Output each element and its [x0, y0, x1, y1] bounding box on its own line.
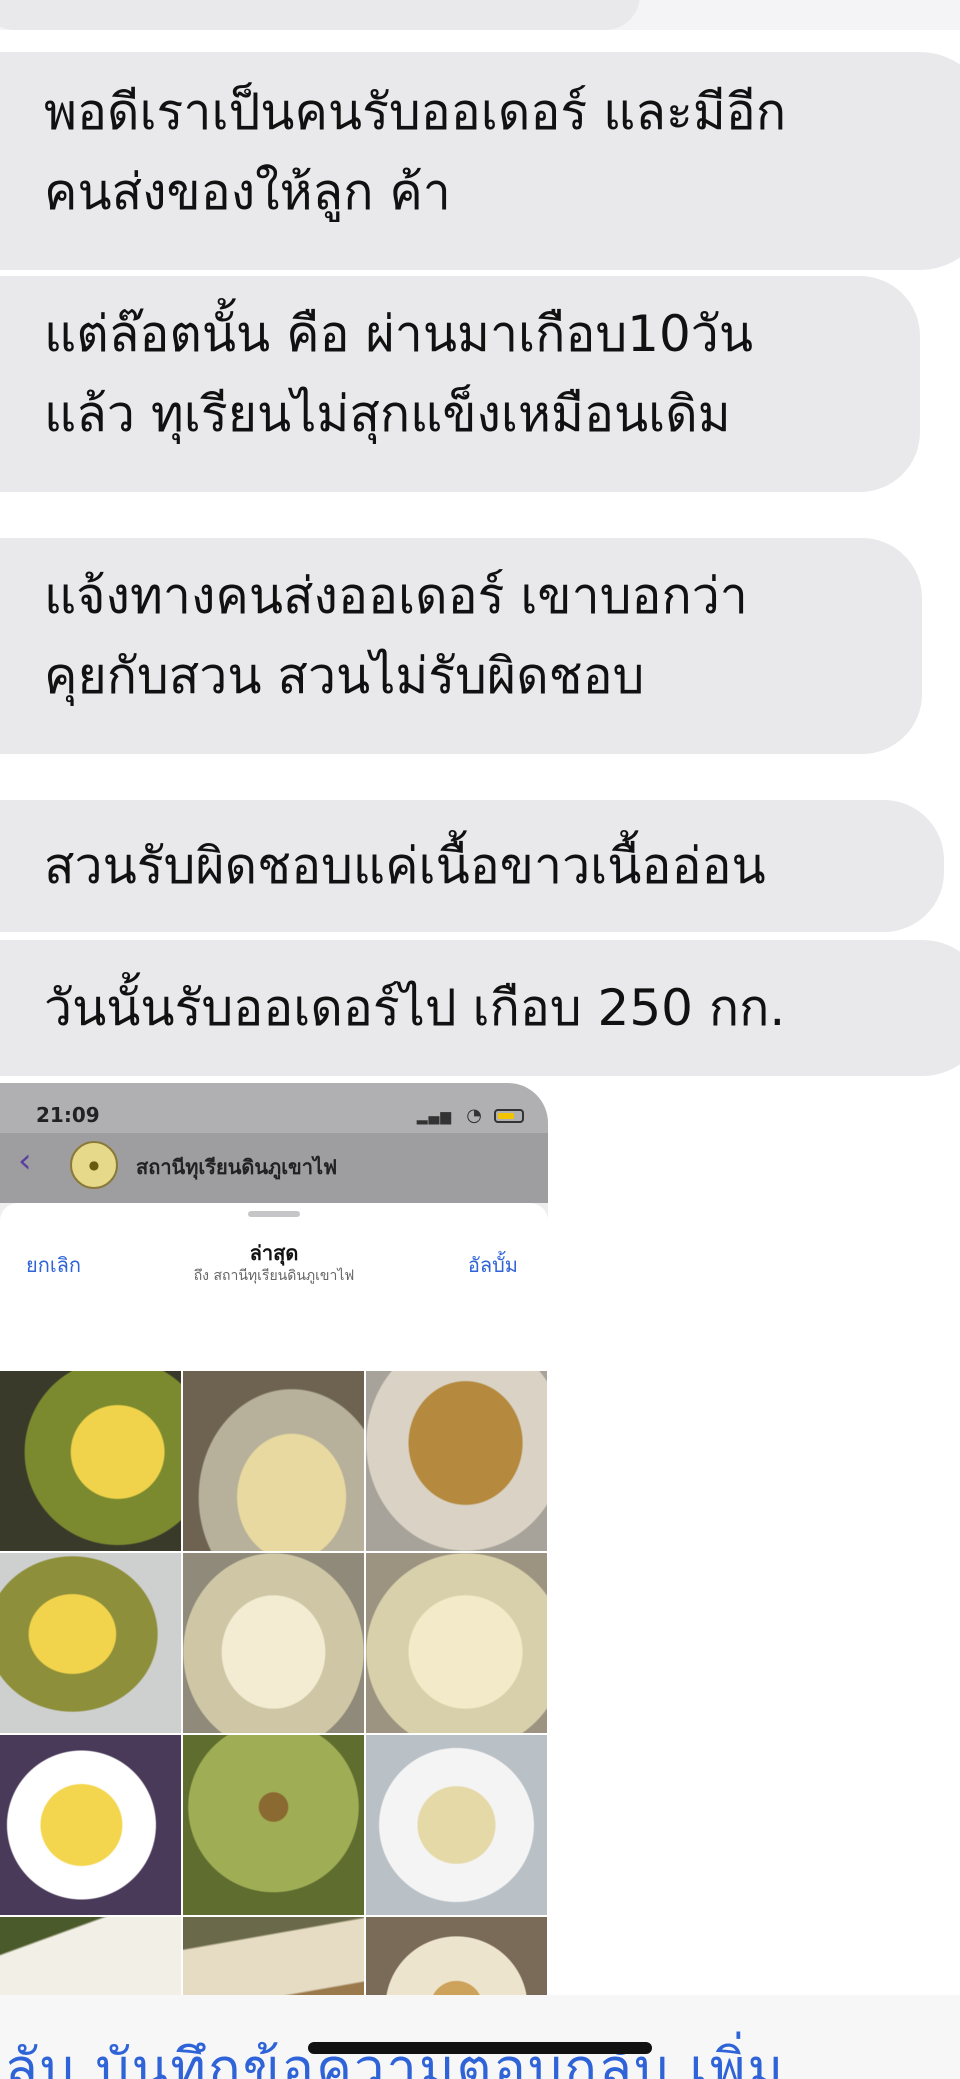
photo-tile-durian-half-yellow — [0, 1553, 181, 1733]
battery-icon — [494, 1109, 524, 1123]
photo-picker-sheet: ยกเลิก ล่าสุด ถึง สถานีทุเรียนดินภูเขาไฟ… — [0, 1203, 548, 1995]
bottom-action-bar: กลับ บันทึกข้อความตอบกลับ เพิ่ม — [0, 1995, 960, 2079]
photo-tile-durian-whole-green — [183, 1735, 364, 1915]
attached-screenshot-image[interactable]: 21:09 ▂▄▆ ◔ ‹ ● สถานีทุเรียนดินภูเขาไฟ ย… — [0, 1083, 548, 1995]
previous-bubble-fragment — [0, 0, 640, 30]
wifi-icon: ◔ — [466, 1105, 482, 1126]
album-link: อัลบั้ม — [467, 1253, 518, 1277]
screenshot-chat-header: ‹ ● สถานีทุเรียนดินภูเขาไฟ — [0, 1133, 548, 1203]
status-time: 21:09 — [36, 1103, 100, 1127]
back-chevron-icon: ‹ — [18, 1141, 32, 1181]
photo-tile-durian-plate-yellow — [0, 1735, 181, 1915]
home-indicator — [308, 2042, 652, 2054]
photo-tile-durian-husk-brown — [366, 1371, 547, 1551]
message-bubble-4[interactable]: สวนรับผิดชอบแค่เนื้อขาวเนื้ออ่อน — [0, 800, 944, 932]
photo-tile-durian-pale-flesh — [366, 1553, 547, 1733]
photo-tile-durian-rotten-flesh — [366, 1917, 547, 1995]
message-bubble-1[interactable]: พอดีเราเป็นคนรับออเดอร์ และมีอีก คนส่งขอ… — [0, 52, 960, 270]
chat-title: สถานีทุเรียนดินภูเขาไฟ — [136, 1155, 338, 1179]
message-bubble-3[interactable]: แจ้งทางคนส่งออเดอร์ เขาบอกว่า คุยกับสวน … — [0, 538, 922, 754]
photo-tile-durian-split-white — [0, 1917, 181, 1995]
message-bubble-2[interactable]: แต่ล๊อตนั้น คือ ผ่านมาเกือบ10วัน แล้ว ทุ… — [0, 276, 920, 492]
sheet-handle — [248, 1211, 300, 1217]
photo-tile-durian-cut-yellow — [0, 1371, 181, 1551]
photo-tile-durian-split-brown — [183, 1917, 364, 1995]
photo-tile-durian-flesh-plate — [183, 1371, 364, 1551]
sheet-subtitle: ถึง สถานีทุเรียนดินภูเขาไฟ — [193, 1268, 355, 1284]
photo-grid — [0, 1371, 548, 1995]
message-bubble-5[interactable]: วันนั้นรับออเดอร์ไป เกือบ 250 กก. — [0, 940, 960, 1076]
photo-tile-durian-white-flesh — [183, 1553, 364, 1733]
signal-icon: ▂▄▆ — [416, 1109, 452, 1125]
previous-message-edge — [0, 0, 960, 30]
chat-avatar: ● — [70, 1141, 118, 1189]
photo-tile-durian-plate-circled — [366, 1735, 547, 1915]
